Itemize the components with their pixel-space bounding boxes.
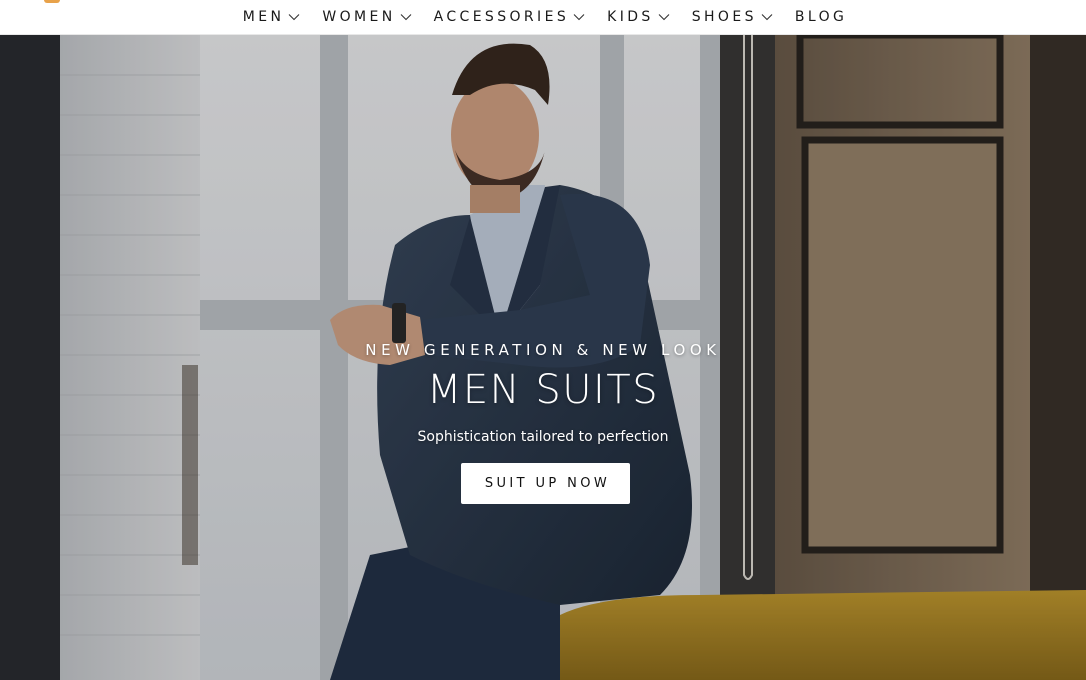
nav-item-blog[interactable]: BLOG xyxy=(795,9,847,25)
nav-item-label: SHOES xyxy=(691,9,757,25)
nav-item-label: KIDS xyxy=(607,9,654,25)
nav-item-label: MEN xyxy=(242,9,285,25)
chevron-down-icon xyxy=(400,13,412,21)
nav-item-label: BLOG xyxy=(794,9,848,25)
chevron-down-icon xyxy=(288,13,300,21)
hero-content: NEW GENERATION & NEW LOOK MEN SUITS Soph… xyxy=(0,35,1086,680)
hero-kicker: NEW GENERATION & NEW LOOK xyxy=(365,341,721,359)
chevron-down-icon xyxy=(761,13,773,21)
main-navigation: MEN WOMEN ACCESSORIES KIDS SHOES BLOG xyxy=(0,0,1086,35)
nav-item-shoes[interactable]: SHOES xyxy=(692,9,773,25)
nav-item-accessories[interactable]: ACCESSORIES xyxy=(434,9,586,25)
hero-title: MEN SUITS xyxy=(426,367,660,413)
hero-subtitle: Sophistication tailored to perfection xyxy=(417,429,669,445)
logo-fragment[interactable] xyxy=(44,0,60,3)
nav-item-label: ACCESSORIES xyxy=(433,9,570,25)
nav-item-men[interactable]: MEN xyxy=(243,9,301,25)
hero-banner: NEW GENERATION & NEW LOOK MEN SUITS Soph… xyxy=(0,35,1086,680)
suit-up-now-button[interactable]: SUIT UP NOW xyxy=(461,463,630,504)
nav-item-label: WOMEN xyxy=(322,9,396,25)
chevron-down-icon xyxy=(573,13,585,21)
nav-item-women[interactable]: WOMEN xyxy=(322,9,411,25)
chevron-down-icon xyxy=(658,13,670,21)
nav-item-kids[interactable]: KIDS xyxy=(607,9,670,25)
nav-menu: MEN WOMEN ACCESSORIES KIDS SHOES BLOG xyxy=(243,0,848,35)
